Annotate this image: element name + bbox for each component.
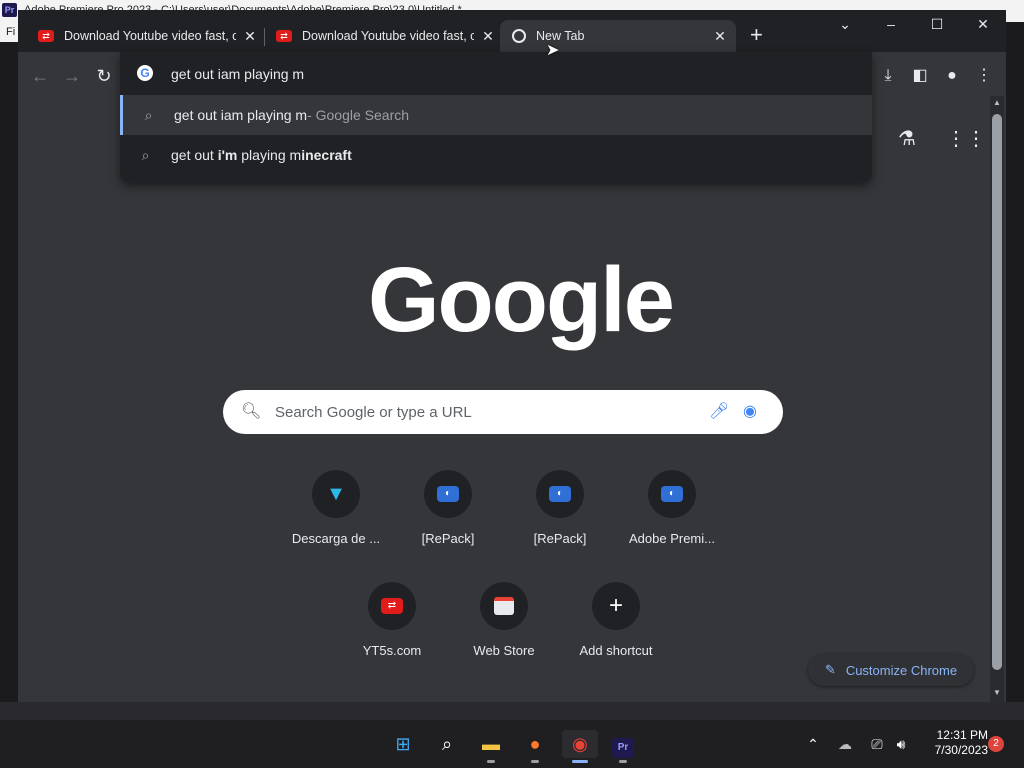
search-icon: ⌕ [141, 146, 150, 163]
download-arrow-icon: ▼ [312, 470, 360, 518]
notification-badge[interactable]: 2 [988, 736, 1004, 752]
chrome-window: ⇄ Download Youtube video fast, co ✕ ⇄ Do… [18, 10, 1006, 702]
background-statusbar [0, 702, 1024, 720]
active-indicator [572, 760, 588, 763]
clock-time: 12:31 PM [936, 728, 988, 742]
close-icon[interactable]: ✕ [480, 28, 496, 45]
shortcut-label: YT5s.com [362, 643, 422, 658]
suggestion-mid: playing m [237, 147, 302, 163]
minimize-button[interactable]: – [876, 16, 906, 36]
new-tab-button[interactable]: + [750, 24, 763, 46]
pencil-icon: ✎ [824, 662, 836, 677]
premiere-taskbar-icon[interactable]: Pr [608, 730, 638, 758]
yt5s-icon: ⇄ [368, 582, 416, 630]
shortcut-label: [RePack] [421, 531, 475, 546]
onedrive-icon[interactable]: ☁ [830, 730, 860, 758]
suggestion-item[interactable]: ⌕ get out iam playing m - Google Search [120, 95, 872, 135]
back-icon[interactable]: ← [28, 64, 52, 88]
premiere-app-icon: Pr [2, 3, 17, 17]
taskbar: ⊞ ⌕ ▬ ● ◉ Pr ⌃ ☁ ⎚ 🔊︎ 12:31 PM 7/30/2023… [0, 720, 1024, 768]
shortcut-tile[interactable]: ◐ [RePack] [398, 470, 498, 566]
scroll-thumb[interactable] [992, 114, 1002, 670]
repack-icon: ◐ [424, 470, 472, 518]
suggestion-source: - Google Search [307, 107, 410, 123]
side-panel-icon[interactable]: ◧ [908, 64, 932, 88]
tab-2[interactable]: ⇄ Download Youtube video fast, co ✕ [264, 20, 512, 52]
search-icon[interactable]: ⌕ [432, 730, 462, 758]
volume-icon[interactable]: 🔊︎ [886, 730, 916, 758]
start-icon[interactable]: ⊞ [388, 730, 418, 758]
shortcut-label: Descarga de ... [291, 531, 381, 546]
clock-date: 7/30/2023 [934, 743, 988, 757]
shortcut-label: [RePack] [533, 531, 587, 546]
omnibox-dropdown: G get out iam playing m ⌕ get out iam pl… [120, 52, 872, 182]
shortcut-tile[interactable]: ⇄ YT5s.com [342, 582, 442, 678]
shortcut-label: Add shortcut [579, 643, 653, 658]
search-icon: 🔍︎ [241, 403, 262, 420]
shortcut-tile[interactable]: ◐ Adobe Premi... [622, 470, 722, 566]
shortcut-tile[interactable]: Web Store [454, 582, 554, 678]
reload-icon[interactable]: ↻ [92, 64, 116, 88]
running-indicator [619, 760, 627, 763]
shortcut-label: Adobe Premi... [629, 531, 715, 546]
add-shortcut-tile[interactable]: + Add shortcut [566, 582, 666, 678]
close-window-button[interactable]: ✕ [968, 16, 998, 36]
tab-search-icon[interactable]: ⌄ [830, 16, 860, 36]
repack-icon: ◐ [536, 470, 584, 518]
repack-icon: ◐ [648, 470, 696, 518]
tab-title: Download Youtube video fast, co [64, 29, 236, 43]
address-bar[interactable]: G get out iam playing m [120, 52, 872, 94]
web-store-icon [480, 582, 528, 630]
shortcut-label: Web Store [473, 643, 535, 658]
suggestion-bold: i'm [217, 147, 238, 163]
suggestion-bold: inecraft [301, 147, 352, 163]
labs-icon[interactable]: ⚗ [898, 126, 916, 151]
scroll-up-icon[interactable]: ▲ [992, 98, 1002, 107]
system-clock[interactable]: 12:31 PM 7/30/2023 [918, 728, 988, 758]
firefox-icon[interactable]: ● [520, 730, 550, 758]
google-lens-icon[interactable]: ◉ [743, 401, 757, 421]
file-explorer-icon[interactable]: ▬ [476, 730, 506, 758]
ntp-search-box[interactable]: 🔍︎ Search Google or type a URL 🎤︎ ◉ [223, 390, 783, 434]
tab-title: Download Youtube video fast, co [302, 29, 474, 43]
yt5s-icon: ⇄ [276, 30, 292, 42]
shortcut-tile[interactable]: ◐ [RePack] [510, 470, 610, 566]
tab-3-active[interactable]: New Tab ✕ [500, 20, 736, 52]
google-g-icon: G [137, 65, 153, 81]
chrome-icon [512, 29, 526, 43]
address-input[interactable]: get out iam playing m [171, 66, 304, 82]
tab-title: New Tab [536, 29, 585, 43]
background-menu-file[interactable]: Fi [0, 22, 18, 42]
google-logo: Google [368, 249, 675, 351]
suggestion-text: get out iam playing m [174, 107, 308, 123]
search-placeholder: Search Google or type a URL [275, 404, 472, 421]
suggestion-item[interactable]: ⌕ get out i'm playing m inecraft [120, 135, 872, 175]
menu-icon[interactable]: ⋮ [972, 64, 996, 88]
scroll-down-icon[interactable]: ▼ [992, 688, 1002, 697]
suggestion-prefix: get out [171, 147, 218, 163]
microphone-icon[interactable]: 🎤︎ [709, 401, 729, 421]
close-icon[interactable]: ✕ [242, 28, 258, 45]
customize-label: Customize Chrome [845, 662, 958, 678]
plus-icon: + [592, 582, 640, 630]
download-icon[interactable]: ⤓ [876, 64, 900, 88]
running-indicator [487, 760, 495, 763]
customize-chrome-button[interactable]: ✎ Customize Chrome [808, 654, 974, 686]
close-icon[interactable]: ✕ [712, 28, 728, 45]
maximize-button[interactable]: ☐ [922, 16, 952, 36]
yt5s-icon: ⇄ [38, 30, 54, 42]
search-icon: ⌕ [144, 106, 153, 123]
running-indicator [531, 760, 539, 763]
chrome-taskbar-icon[interactable]: ◉ [562, 730, 598, 758]
mouse-cursor: ➤ [546, 42, 560, 59]
chevron-up-icon[interactable]: ⌃ [798, 730, 828, 758]
shortcut-tile[interactable]: ▼ Descarga de ... [286, 470, 386, 566]
forward-icon[interactable]: → [60, 64, 84, 88]
profile-icon[interactable]: ● [940, 64, 964, 88]
tab-1[interactable]: ⇄ Download Youtube video fast, co ✕ [26, 20, 274, 52]
